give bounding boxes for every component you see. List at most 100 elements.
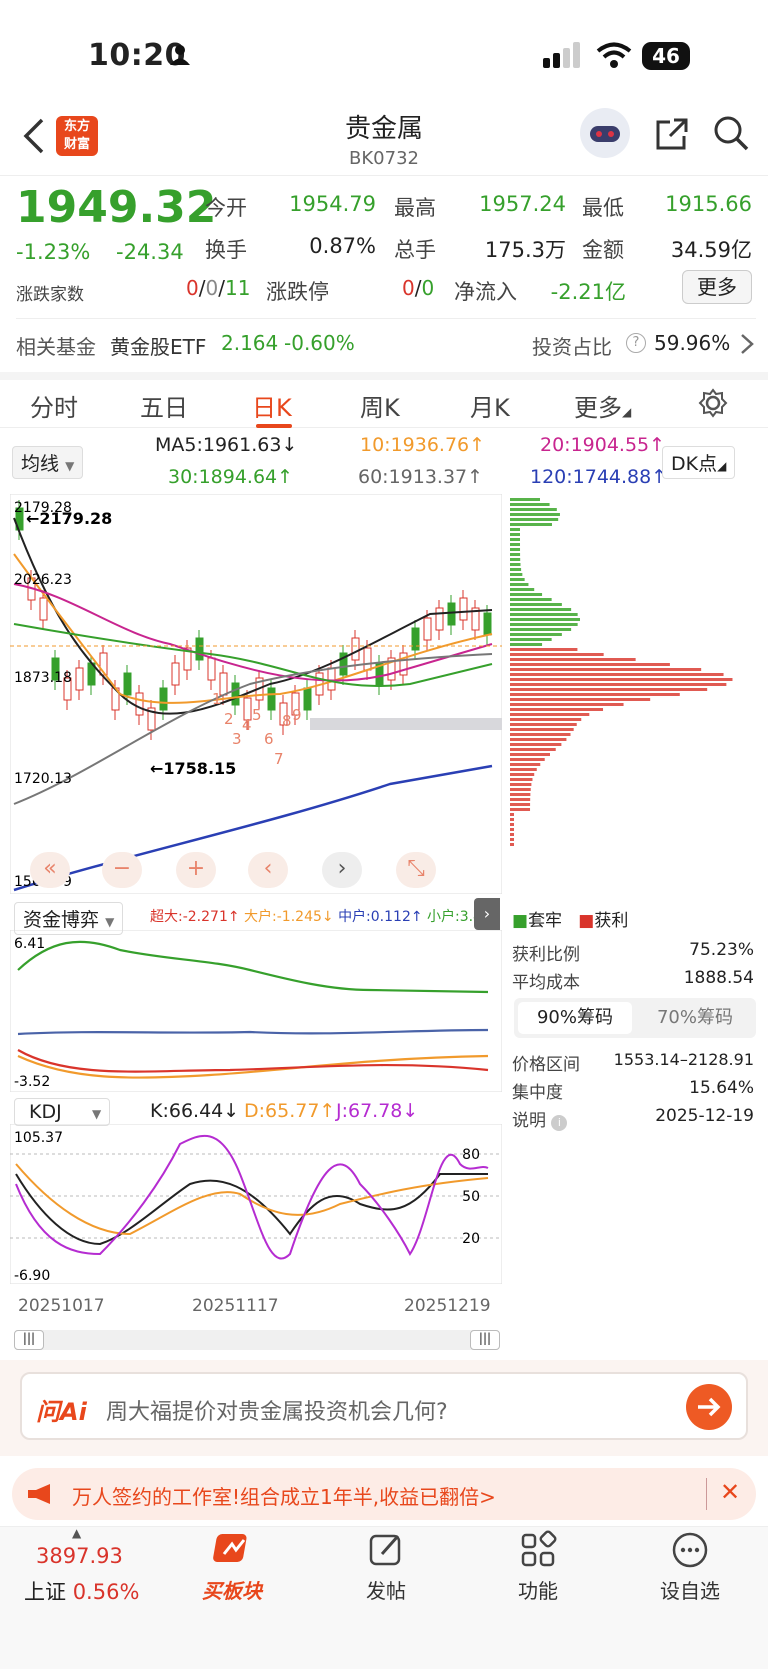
turnover-label: 换手: [205, 238, 247, 262]
limit-counts: 0/0: [402, 276, 435, 300]
robot-avatar-icon[interactable]: [580, 108, 630, 158]
ma60-value: 60:1913.37↑: [358, 466, 484, 488]
tab-weekly-k[interactable]: 周K: [360, 388, 400, 423]
close-icon[interactable]: ✕: [720, 1478, 740, 1506]
ma30-value: 30:1894.64↑: [168, 466, 294, 488]
tab-intraday[interactable]: 分时: [30, 388, 78, 423]
chip-bar: [510, 628, 572, 631]
chip-bar: [510, 533, 521, 536]
share-icon[interactable]: [654, 116, 690, 152]
related-fund-row[interactable]: 相关基金 黄金股ETF 2.164 -0.60% 投资占比 ? 59.96%: [16, 318, 756, 364]
dk-point-select[interactable]: DK点◢: [662, 446, 736, 479]
fullscreen-button[interactable]: ⤡: [396, 852, 436, 888]
ma5-line: [13, 517, 493, 715]
zoom-in-button[interactable]: +: [176, 852, 216, 888]
panel-toggle-icon[interactable]: ›: [474, 898, 500, 930]
chip-bar: [510, 513, 560, 516]
date-2: 20251117: [192, 1296, 279, 1316]
open-value: 1954.79: [289, 192, 376, 216]
candle-body: [135, 692, 144, 716]
candle-body: [231, 682, 240, 706]
ma5-value: MA5:1961.63↓: [155, 434, 298, 456]
fund-name: 黄金股ETF: [110, 335, 207, 359]
tab-chip-70[interactable]: 70%筹码: [638, 1002, 752, 1034]
candle-body: [423, 617, 432, 641]
funds-game-legend: 超大:-2.271↑ 大户:-1.245↓ 中户:0.112↑ 小户:3.405: [150, 909, 500, 925]
chip-bar: [510, 593, 543, 596]
promo-banner[interactable]: 万人签约的工作室!组合成立1年半,收益已翻倍> ✕: [12, 1468, 756, 1520]
zoom-out-button[interactable]: −: [102, 852, 142, 888]
chip-bar: [510, 818, 514, 821]
chip-bar: [510, 768, 537, 771]
tab-monthly-k[interactable]: 月K: [470, 388, 510, 423]
scroll-right-button[interactable]: ›: [322, 852, 362, 888]
nav-add-favorite[interactable]: 设自选: [630, 1530, 750, 1604]
candle-body: [435, 607, 444, 631]
more-dots-icon: [672, 1532, 708, 1568]
candle-body: [483, 612, 492, 636]
tab-five-day[interactable]: 五日: [140, 388, 188, 423]
signal-icon: [543, 42, 580, 68]
svg-text:50: 50: [462, 1189, 480, 1205]
gear-icon[interactable]: [698, 388, 728, 418]
ma-select[interactable]: 均线 ▼: [12, 446, 84, 479]
low-label: 最低: [582, 196, 624, 220]
tab-more[interactable]: 更多◢: [574, 388, 631, 423]
chip-bar: [510, 643, 543, 646]
chip-bar: [510, 598, 552, 601]
candle-body: [123, 672, 132, 696]
chip-bar: [510, 583, 529, 586]
chip-bar: [510, 508, 557, 511]
megaphone-icon: [28, 1484, 50, 1504]
scroll-left-button[interactable]: ‹: [248, 852, 288, 888]
buy-sector-icon: [213, 1534, 247, 1562]
candle-body: [459, 597, 468, 621]
candle-body: [363, 647, 372, 671]
chip-bar: [510, 588, 535, 591]
status-bar: 10:20 46: [0, 0, 768, 110]
more-quote-button[interactable]: 更多: [682, 270, 752, 304]
ma20-line: [13, 583, 493, 682]
chip-bar: [510, 578, 525, 581]
chip-bar: [510, 548, 521, 551]
kdj-ymax: 105.37: [14, 1130, 63, 1146]
ai-send-button[interactable]: [686, 1384, 732, 1430]
kdj-j-value: J:67.78↓: [336, 1100, 419, 1122]
nav-buy-sector[interactable]: 买板块: [172, 1530, 292, 1604]
chip-bar: [510, 608, 572, 611]
chip-bar: [510, 803, 531, 806]
chip-bar: [510, 738, 567, 741]
zoom-out-far-button[interactable]: «: [30, 852, 70, 888]
ai-brand: 问Ai: [36, 1398, 87, 1426]
fg-ymin: -3.52: [14, 1074, 50, 1090]
dk-marker: 1: [212, 690, 222, 708]
chip-bar: [510, 688, 708, 691]
nav-function[interactable]: 功能: [478, 1530, 598, 1604]
nav-post[interactable]: 发帖: [326, 1530, 446, 1604]
chip-bar: [510, 733, 571, 736]
kline-chart[interactable]: 2179.28 2026.23 1873.18 1720.13 1567.09 …: [10, 494, 502, 894]
chip-band: [310, 718, 502, 730]
help-icon: ?: [626, 333, 646, 353]
chip-bar: [510, 543, 521, 546]
chip-bar: [510, 618, 580, 621]
index-row[interactable]: 上证 0.56%: [24, 1576, 139, 1606]
search-icon[interactable]: [712, 114, 750, 152]
kdj-select[interactable]: KDJ ▼: [14, 1098, 111, 1126]
note-link[interactable]: 说明 i: [512, 1106, 568, 1131]
y-label-3: 1873.18: [14, 670, 72, 686]
dk-marker: 6: [264, 730, 274, 748]
change-value: -24.34: [116, 240, 184, 264]
ai-question-input[interactable]: 问Ai 周大福提价对贵金属投资机会几何?: [20, 1372, 748, 1440]
range-scrollbar[interactable]: ||| |||: [14, 1330, 500, 1350]
index-value[interactable]: 3897.93: [36, 1544, 123, 1568]
note-date: 2025-12-19: [655, 1106, 754, 1126]
amount-label: 金额: [582, 238, 624, 262]
chip-bar: [510, 788, 531, 791]
chip-bar: [510, 728, 574, 731]
chip-bar: [510, 658, 636, 661]
tab-chip-90[interactable]: 90%筹码: [518, 1002, 632, 1034]
chip-bar: [510, 798, 531, 801]
ratio-value: 59.96%: [654, 331, 731, 355]
tab-daily-k[interactable]: 日K: [252, 388, 292, 423]
